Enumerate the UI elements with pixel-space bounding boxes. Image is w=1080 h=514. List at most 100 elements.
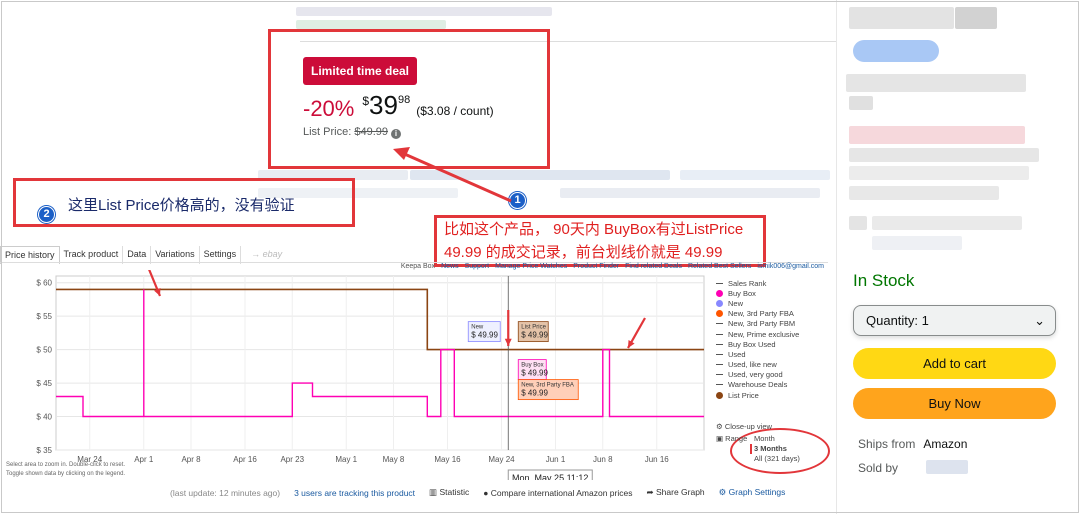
- y-tick-label: $ 50: [36, 346, 52, 355]
- share-icon: ➦: [646, 487, 654, 497]
- legend-item[interactable]: New, 3rd Party FBA: [716, 309, 799, 319]
- legend-marker: [716, 391, 723, 399]
- legend-item[interactable]: Used: [716, 349, 799, 359]
- legend-marker: [716, 310, 723, 318]
- share-graph-link[interactable]: ➦ Share Graph: [646, 487, 704, 498]
- legend-marker: [716, 333, 723, 335]
- chart-legend: Sales Rank Buy Box New New, 3rd Party FBA Ne…: [716, 278, 799, 400]
- legend-marker: [716, 384, 723, 386]
- link-find-related-deals[interactable]: Find related Deals: [625, 263, 682, 270]
- link-support[interactable]: Support: [465, 263, 490, 270]
- legend-label: Buy Box: [728, 288, 756, 298]
- legend-label: Used, like new: [728, 360, 777, 370]
- arrow-note-1-head: [393, 147, 410, 160]
- link-user-email[interactable]: ismik006@gmail.com: [757, 263, 824, 270]
- gear-icon: ⚙: [718, 487, 727, 497]
- range-month[interactable]: Month: [754, 434, 800, 444]
- x-tick-label: May 16: [434, 455, 461, 464]
- legend-label: Sales Rank: [728, 278, 767, 288]
- legend-item[interactable]: List Price: [716, 390, 799, 400]
- keepa-links: Keepa Box News Support Manage Price Watc…: [320, 263, 824, 270]
- legend-item[interactable]: Warehouse Deals: [716, 380, 799, 390]
- x-tick-label: Jun 16: [645, 455, 670, 464]
- range-3-months[interactable]: 3 Months: [750, 444, 800, 454]
- x-tick-label: May 8: [383, 455, 405, 464]
- stock-status: In Stock: [853, 271, 915, 290]
- legend-item[interactable]: Used, very good: [716, 370, 799, 380]
- arrow-note-1-line: [399, 150, 512, 203]
- link-manage-price-watches[interactable]: Manage Price Watches: [495, 263, 567, 270]
- legend-item[interactable]: New: [716, 298, 799, 308]
- globe-icon: ●: [483, 487, 489, 498]
- legend-marker: [716, 343, 723, 345]
- link-keepa-box[interactable]: Keepa Box: [401, 263, 435, 270]
- x-tick-label: Apr 8: [181, 455, 201, 464]
- sold-by: Sold by: [858, 461, 899, 475]
- legend-label: Buy Box Used: [728, 339, 776, 349]
- legend-marker: [716, 289, 723, 297]
- x-tick-label: May 24: [488, 455, 515, 464]
- link-news[interactable]: News: [441, 263, 459, 270]
- x-tick-label: Jun 8: [593, 455, 613, 464]
- keepa-footer: (last update: 12 minutes ago) 3 users ar…: [170, 487, 785, 498]
- x-tick-label: Apr 23: [280, 455, 304, 464]
- legend-label: New, 3rd Party FBM: [728, 319, 796, 329]
- buy-now-button[interactable]: Buy Now: [853, 388, 1056, 419]
- legend-label: Used, very good: [728, 370, 783, 380]
- add-to-cart-button[interactable]: Add to cart: [853, 348, 1056, 379]
- chart-hint-zoom: Select area to zoom in. Double-click to …: [6, 462, 126, 468]
- legend-label: List Price: [728, 390, 759, 400]
- seller-name-blurred: [926, 460, 968, 474]
- legend-label: New: [728, 298, 744, 308]
- plot-area: [55, 275, 705, 451]
- chart-hint-toggle: Toggle shown data by clicking on the leg…: [6, 471, 126, 477]
- tooltip-value: $ 49.99: [521, 331, 548, 340]
- quantity-select[interactable]: Quantity: 1 ⌄: [853, 305, 1056, 336]
- tooltip-value: $ 49.99: [521, 389, 548, 398]
- x-tick-label: Apr 16: [233, 455, 257, 464]
- tooltip-value: $ 49.99: [521, 369, 548, 378]
- legend-item[interactable]: Sales Rank: [716, 278, 799, 288]
- x-tick-label: Apr 1: [134, 455, 154, 464]
- crosshair-date: Mon, May 25 11:12: [512, 473, 588, 480]
- range-all[interactable]: All (321 days): [754, 454, 800, 464]
- x-tick-label: Jun 1: [546, 455, 566, 464]
- legend-item[interactable]: New, Prime exclusive: [716, 329, 799, 339]
- legend-marker: [716, 353, 723, 355]
- tooltip-value: $ 49.99: [471, 331, 498, 340]
- compare-link[interactable]: ● Compare international Amazon prices: [483, 488, 632, 498]
- last-update: (last update: 12 minutes ago): [170, 487, 281, 498]
- legend-marker: [716, 374, 723, 376]
- legend-label: Warehouse Deals: [728, 380, 788, 390]
- legend-label: Used: [728, 349, 746, 359]
- legend-label: New, Prime exclusive: [728, 329, 800, 339]
- statistic-link[interactable]: ▥ Statistic: [429, 487, 469, 498]
- legend-marker: [716, 282, 723, 284]
- bar-chart-icon: ▥: [429, 487, 438, 497]
- y-tick-label: $ 55: [36, 312, 52, 321]
- legend-item[interactable]: Used, like new: [716, 360, 799, 370]
- range-options: Month 3 Months All (321 days): [750, 434, 800, 464]
- legend-item[interactable]: Buy Box Used: [716, 339, 799, 349]
- ships-from: Ships from Amazon: [858, 437, 968, 451]
- legend-marker: [716, 323, 723, 325]
- chevron-down-icon: ⌄: [1034, 312, 1045, 328]
- range-label: ▣ Range: [716, 434, 748, 443]
- link-related-best-sellers[interactable]: Related Best Sellers: [688, 263, 751, 270]
- legend-item[interactable]: New, 3rd Party FBM: [716, 319, 799, 329]
- graph-settings-link[interactable]: ⚙ Graph Settings: [719, 487, 786, 498]
- y-tick-label: $ 40: [36, 413, 52, 422]
- tracking-link[interactable]: 3 users are tracking this product: [294, 488, 415, 498]
- link-product-finder[interactable]: Product Finder: [573, 263, 619, 270]
- legend-label: New, 3rd Party FBA: [728, 309, 794, 319]
- x-tick-label: May 1: [335, 455, 357, 464]
- arrow-note-1: [393, 147, 512, 203]
- close-up-toggle[interactable]: ⚙ Close-up view: [716, 422, 772, 431]
- legend-item[interactable]: Buy Box: [716, 288, 799, 298]
- legend-marker: [716, 364, 723, 366]
- legend-marker: [716, 299, 723, 307]
- y-tick-label: $ 35: [36, 446, 52, 455]
- y-tick-label: $ 60: [36, 279, 52, 288]
- y-tick-label: $ 45: [36, 379, 52, 388]
- price-history-chart[interactable]: $ 60$ 55$ 50$ 45$ 40$ 35Mar 24 Apr 1 Apr 8…: [0, 270, 712, 480]
